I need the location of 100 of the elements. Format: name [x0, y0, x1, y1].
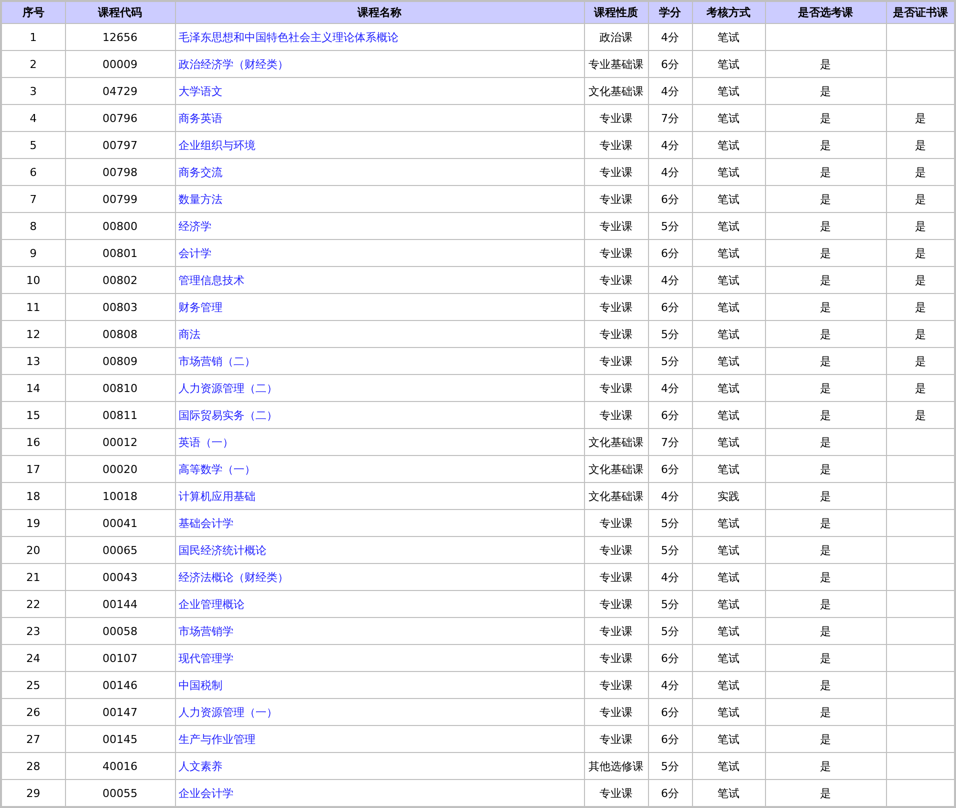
table-cell: 是	[765, 482, 886, 510]
table-cell: 是	[765, 78, 886, 104]
course-link[interactable]: 生产与作业管理	[178, 732, 256, 746]
course-link[interactable]: 商法	[178, 328, 200, 340]
table-cell: 6分	[648, 240, 692, 266]
table-cell: 笔试	[692, 590, 765, 618]
table-cell: 4	[1, 104, 65, 132]
header-cell: 是否证书课	[886, 1, 955, 24]
course-link[interactable]: 计算机应用基础	[178, 490, 256, 502]
course-link[interactable]: 经济学	[178, 220, 212, 232]
table-cell: 专业基础课	[584, 50, 648, 78]
course-link[interactable]: 企业会计学	[178, 786, 234, 800]
course-link[interactable]: 人力资源管理（一）	[178, 706, 278, 718]
course-link[interactable]: 英语（一）	[178, 436, 234, 448]
table-cell: 5分	[648, 536, 692, 564]
table-cell: 是	[765, 104, 886, 132]
course-link[interactable]: 市场营销（二）	[178, 354, 256, 368]
table-cell: 专业课	[584, 672, 648, 698]
table-cell: 专业课	[584, 294, 648, 320]
table-cell: 笔试	[692, 402, 765, 428]
table-cell: 是	[765, 212, 886, 240]
course-link[interactable]: 会计学	[178, 246, 212, 260]
table-cell: 专业课	[584, 374, 648, 402]
table-cell: 笔试	[692, 240, 765, 266]
course-link[interactable]: 财务管理	[178, 300, 222, 314]
table-cell: 4分	[648, 132, 692, 158]
course-link[interactable]: 人文素养	[178, 760, 222, 772]
table-cell: 00012	[65, 428, 175, 456]
table-cell: 专业课	[584, 698, 648, 726]
header-cell: 课程性质	[584, 1, 648, 24]
course-link[interactable]: 商务英语	[178, 112, 222, 124]
table-cell: 是	[765, 320, 886, 348]
table-cell: 6	[1, 158, 65, 186]
table-cell: 7分	[648, 104, 692, 132]
table-cell: 6分	[648, 294, 692, 320]
table-cell: 20	[1, 536, 65, 564]
table-cell: 40016	[65, 752, 175, 780]
table-cell: 专业课	[584, 186, 648, 212]
table-cell: 笔试	[692, 78, 765, 104]
table-cell: 专业课	[584, 590, 648, 618]
table-cell: 4分	[648, 78, 692, 104]
table-cell: 笔试	[692, 158, 765, 186]
table-cell: 笔试	[692, 348, 765, 374]
header-cell: 学分	[648, 1, 692, 24]
table-cell: 专业课	[584, 104, 648, 132]
table-cell: 是	[765, 266, 886, 294]
table-cell: 笔试	[692, 294, 765, 320]
table-cell: 专业课	[584, 726, 648, 752]
course-link[interactable]: 中国税制	[178, 678, 222, 692]
table-cell: 是	[765, 456, 886, 482]
table-cell: 专业课	[584, 348, 648, 374]
course-link[interactable]: 企业管理概论	[178, 598, 244, 610]
table-cell: 8	[1, 212, 65, 240]
table-cell: 24	[1, 644, 65, 672]
course-link[interactable]: 政治经济学（财经类）	[178, 58, 288, 70]
table-cell: 00810	[65, 374, 175, 402]
course-link[interactable]: 国际贸易实务（二）	[178, 408, 278, 422]
table-cell: 笔试	[692, 698, 765, 726]
header-cell: 课程名称	[175, 1, 584, 24]
table-cell: 00802	[65, 266, 175, 294]
course-link[interactable]: 管理信息技术	[178, 274, 244, 286]
table-cell: 6分	[648, 644, 692, 672]
table-cell: 14	[1, 374, 65, 402]
table-cell: 00808	[65, 320, 175, 348]
course-link[interactable]: 人力资源管理（二）	[178, 382, 278, 394]
course-link[interactable]: 国民经济统计概论	[178, 544, 266, 556]
table-cell: 11	[1, 294, 65, 320]
course-link[interactable]: 基础会计学	[178, 516, 234, 530]
course-link[interactable]: 企业组织与环境	[178, 138, 256, 152]
table-cell: 4分	[648, 672, 692, 698]
table-cell: 专业课	[584, 212, 648, 240]
table-cell: 00811	[65, 402, 175, 428]
course-link[interactable]: 商务交流	[178, 166, 222, 178]
table-cell: 文化基础课	[584, 428, 648, 456]
course-link[interactable]: 高等数学（一）	[178, 462, 256, 476]
course-link[interactable]: 大学语文	[178, 84, 222, 98]
table-cell: 5分	[648, 320, 692, 348]
table-cell: 26	[1, 698, 65, 726]
table-cell: 5分	[648, 212, 692, 240]
table-cell: 00145	[65, 726, 175, 752]
table-cell: 00020	[65, 456, 175, 482]
table-cell: 专业课	[584, 618, 648, 644]
table-cell: 4分	[648, 564, 692, 590]
table-cell: 是	[765, 536, 886, 564]
table-cell: 00147	[65, 698, 175, 726]
course-link[interactable]: 市场营销学	[178, 624, 234, 638]
table-cell: 12	[1, 320, 65, 348]
course-link[interactable]: 现代管理学	[178, 652, 234, 664]
table-cell: 专业课	[584, 240, 648, 266]
table-cell: 00146	[65, 672, 175, 698]
table-cell: 笔试	[692, 132, 765, 158]
table-cell: 00799	[65, 186, 175, 212]
table-cell: 笔试	[692, 672, 765, 698]
course-link[interactable]: 数量方法	[178, 192, 222, 206]
course-link[interactable]: 经济法概论（财经类）	[178, 570, 288, 584]
table-cell: 00107	[65, 644, 175, 672]
table-cell: 是	[765, 590, 886, 618]
table-cell: 04729	[65, 78, 175, 104]
table-cell: 笔试	[692, 212, 765, 240]
table-cell: 5分	[648, 590, 692, 618]
